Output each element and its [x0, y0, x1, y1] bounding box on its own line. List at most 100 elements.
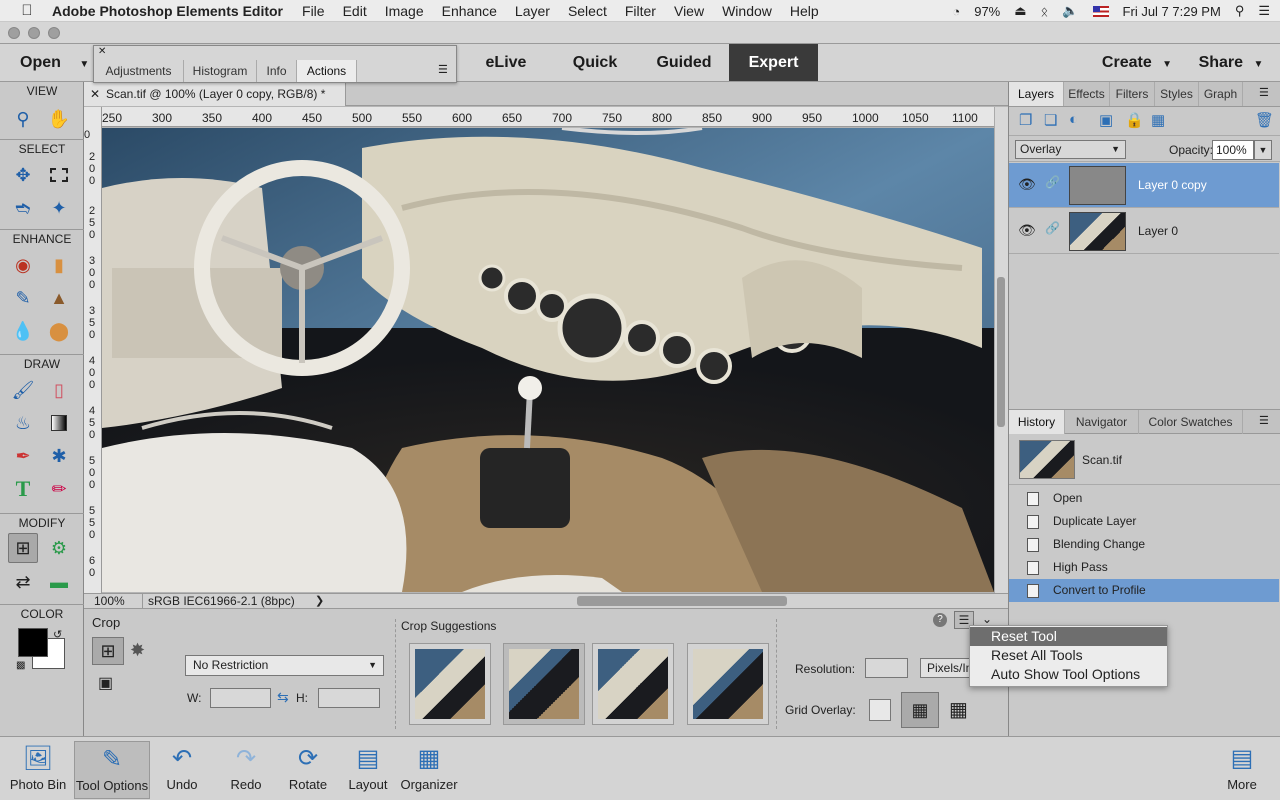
history-step[interactable]: Blending Change [1009, 533, 1279, 556]
grid-overlay-none[interactable] [869, 699, 891, 721]
app-name[interactable]: Adobe Photoshop Elements Editor [52, 3, 283, 19]
tab-effects[interactable]: Effects [1064, 82, 1110, 106]
tab-history[interactable]: History [1009, 410, 1065, 434]
gradient-icon[interactable] [44, 408, 74, 438]
foreground-color-swatch[interactable] [18, 628, 48, 657]
pencil-icon[interactable]: ✏ [44, 474, 74, 504]
history-step[interactable]: Open [1009, 487, 1279, 510]
content-aware-move-icon[interactable]: ⇄ [8, 567, 38, 597]
marquee-icon[interactable] [44, 160, 74, 190]
redo-button[interactable]: ↷ Redo [216, 741, 276, 799]
new-layer-icon[interactable]: ❐ [1019, 111, 1032, 129]
panel-menu-icon[interactable]: ☰ [438, 63, 448, 76]
sponge-icon[interactable]: ⬤ [44, 316, 74, 346]
close-tab-icon[interactable]: ✕ [90, 82, 100, 106]
type-icon[interactable]: T [8, 474, 38, 504]
default-colors-icon[interactable]: ▩ [16, 660, 25, 671]
recompose-icon[interactable]: ⚙ [44, 533, 74, 563]
layout-button[interactable]: ▤ Layout [340, 741, 396, 799]
adjustment-layer-icon[interactable]: ◐ [1069, 111, 1078, 128]
opacity-dropdown-icon[interactable]: ▼ [1254, 140, 1272, 160]
tool-options-button[interactable]: ✎ Tool Options [74, 741, 150, 799]
create-button[interactable]: Create ▼ [1092, 44, 1182, 81]
zoom-window-icon[interactable] [48, 27, 60, 39]
history-step[interactable]: High Pass [1009, 556, 1279, 579]
tab-filters[interactable]: Filters [1110, 82, 1155, 106]
brush-icon[interactable]: 🖌 [8, 375, 38, 405]
eyedropper-icon[interactable]: ✒ [8, 441, 38, 471]
tab-navigator[interactable]: Navigator [1065, 410, 1139, 434]
tab-color-swatches[interactable]: Color Swatches [1139, 410, 1243, 434]
open-button[interactable]: Open ▼ [0, 44, 94, 81]
straighten-icon[interactable]: ▬ [44, 567, 74, 597]
crop-suggestion-2[interactable] [503, 643, 585, 725]
history-step-current[interactable]: Convert to Profile [1009, 579, 1279, 602]
menu-file[interactable]: File [302, 3, 325, 19]
menu-view[interactable]: View [674, 3, 704, 19]
organizer-button[interactable]: ▦ Organizer [398, 741, 460, 799]
more-button[interactable]: ▤ More [1210, 741, 1274, 799]
notification-center-icon[interactable]: ☰ [1258, 3, 1270, 19]
eject-icon[interactable]: ⏏ [1014, 3, 1026, 19]
menu-reset-tool[interactable]: Reset Tool [970, 627, 1167, 646]
resolution-unit-select[interactable]: Pixels/In [920, 658, 970, 678]
image-canvas[interactable] [102, 128, 994, 592]
aspect-ratio-select[interactable]: No Restriction ▼ [185, 655, 384, 676]
menu-edit[interactable]: Edit [343, 3, 367, 19]
spotlight-icon[interactable]: ⚲ [1235, 3, 1245, 19]
mode-quick[interactable]: Quick [552, 44, 638, 81]
history-snapshot[interactable]: Scan.tif [1009, 435, 1280, 485]
clone-stamp-icon[interactable]: ▲ [44, 283, 74, 313]
tab-actions[interactable]: Actions [297, 60, 357, 82]
flag-icon[interactable] [1092, 5, 1109, 17]
minimize-window-icon[interactable] [28, 27, 40, 39]
height-input[interactable] [318, 688, 380, 708]
tab-layers[interactable]: Layers [1009, 82, 1064, 106]
perspective-crop-icon[interactable]: ✸ [130, 640, 145, 661]
menu-image[interactable]: Image [385, 3, 424, 19]
blend-mode-select[interactable]: Overlay ▼ [1015, 140, 1126, 159]
clock[interactable]: Fri Jul 7 7:29 PM [1123, 4, 1221, 19]
layer-name[interactable]: Layer 0 [1138, 224, 1178, 238]
crop-suggestion-4[interactable] [687, 643, 769, 725]
resolution-input[interactable] [865, 658, 908, 678]
battery-level[interactable]: 97% [974, 4, 1000, 19]
crop-image-icon[interactable]: ▣ [98, 673, 113, 693]
wifi-icon[interactable]: ◔ [952, 4, 960, 19]
document-tab[interactable]: ✕ Scan.tif @ 100% (Layer 0 copy, RGB/8) … [84, 82, 346, 106]
help-icon[interactable]: ? [933, 613, 947, 627]
panel-menu-icon[interactable]: ☰ [1259, 414, 1269, 427]
crop-suggestion-1[interactable] [409, 643, 491, 725]
grid-overlay-thirds-icon[interactable]: ▦ [901, 692, 939, 728]
blur-icon[interactable]: 💧 [8, 316, 38, 346]
zoom-icon[interactable]: ⚲ [8, 104, 38, 134]
paint-bucket-icon[interactable]: ♨ [8, 408, 38, 438]
mode-expert[interactable]: Expert [729, 44, 818, 81]
eye-icon[interactable]: 👁 [1018, 176, 1036, 193]
share-button[interactable]: Share ▼ [1186, 44, 1276, 81]
swap-colors-icon[interactable]: ↺ [53, 628, 62, 641]
chevron-right-icon[interactable]: ❯ [315, 594, 324, 607]
tab-adjustments[interactable]: Adjustments [94, 60, 184, 82]
red-eye-icon[interactable]: ◉ [8, 250, 38, 280]
horizontal-scroll-thumb[interactable] [577, 596, 787, 606]
chevron-down-icon[interactable]: ⌄ [982, 612, 992, 626]
layer-mask-icon[interactable]: ▣ [1099, 111, 1113, 129]
lock-transparency-icon[interactable]: ▦ [1151, 111, 1165, 129]
custom-shape-icon[interactable]: ✱ [44, 441, 74, 471]
menu-reset-all-tools[interactable]: Reset All Tools [970, 646, 1167, 665]
magic-wand-icon[interactable]: ✦ [44, 193, 74, 223]
mode-elive[interactable]: eLive [463, 44, 549, 81]
crop-preset-icon[interactable]: ⊞ [92, 637, 124, 665]
crop-suggestion-3[interactable] [592, 643, 674, 725]
menu-auto-show-tool-options[interactable]: Auto Show Tool Options [970, 665, 1167, 684]
lock-icon[interactable]: 🔒 [1125, 111, 1144, 129]
menu-help[interactable]: Help [790, 3, 819, 19]
photo-bin-button[interactable]: 🖼 Photo Bin [4, 741, 72, 799]
vertical-scrollbar[interactable] [994, 107, 1008, 593]
layer-row-selected[interactable]: 👁 🔗 Layer 0 copy [1009, 163, 1279, 208]
history-step[interactable]: Duplicate Layer [1009, 510, 1279, 533]
menu-layer[interactable]: Layer [515, 3, 550, 19]
new-group-icon[interactable]: ❏ [1044, 111, 1057, 129]
tab-styles[interactable]: Styles [1155, 82, 1199, 106]
